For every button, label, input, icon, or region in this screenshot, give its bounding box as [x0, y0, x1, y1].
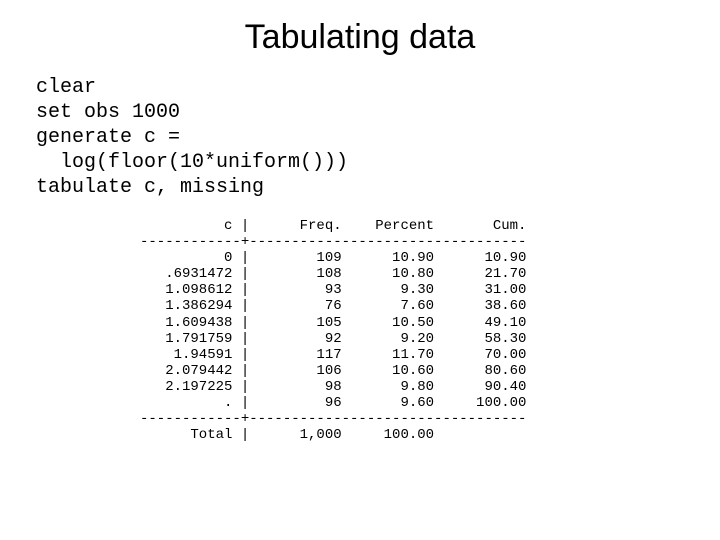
code-block: clear set obs 1000 generate c = log(floo…: [36, 75, 690, 200]
page-title: Tabulating data: [30, 18, 690, 57]
slide: Tabulating data clear set obs 1000 gener…: [0, 0, 720, 463]
stata-output: c | Freq. Percent Cum. ------------+----…: [140, 218, 690, 443]
